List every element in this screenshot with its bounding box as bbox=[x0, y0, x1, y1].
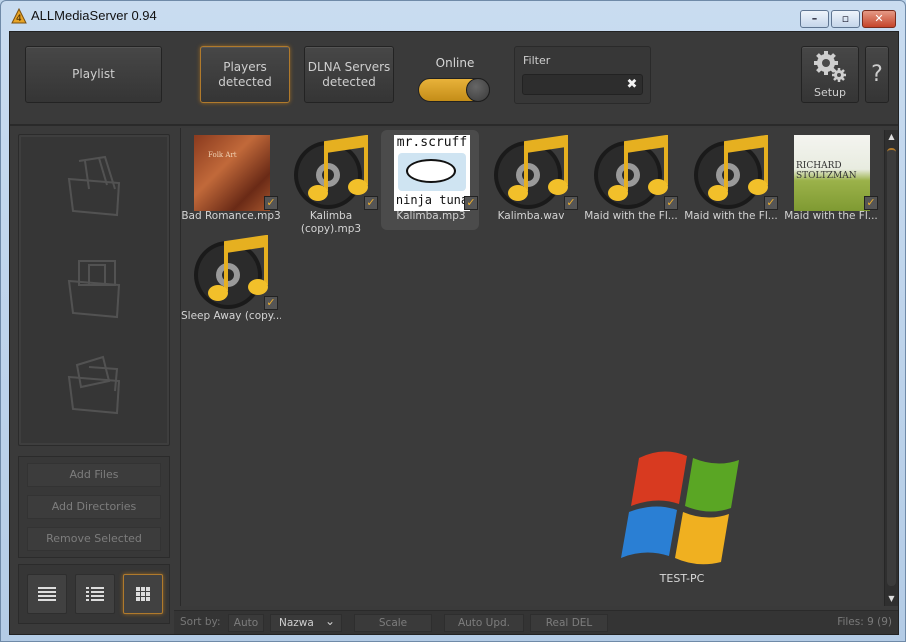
add-directories-button[interactable]: Add Directories bbox=[27, 495, 161, 519]
app-client: Playlist Players detected DLNA Servers d… bbox=[9, 31, 899, 635]
toggle-knob[interactable] bbox=[466, 78, 490, 102]
minimize-button[interactable]: – bbox=[800, 10, 829, 28]
scroll-down-icon[interactable]: ▼ bbox=[885, 592, 898, 606]
auto-update-button[interactable]: Auto Upd. bbox=[444, 614, 524, 632]
setup-button[interactable]: Setup bbox=[801, 46, 859, 103]
file-actions-panel: Add Files Add Directories Remove Selecte… bbox=[18, 456, 170, 558]
gears-icon bbox=[814, 50, 846, 82]
remove-selected-button[interactable]: Remove Selected bbox=[27, 527, 161, 551]
media-tile[interactable]: ✓ Maid with the Fl... bbox=[581, 130, 679, 230]
file-name: Maid with the Fl... bbox=[584, 210, 678, 222]
file-name: Maid with the Fl... bbox=[684, 210, 778, 222]
files-count: Files: 9 (9) bbox=[837, 616, 892, 628]
vertical-scrollbar[interactable]: ▲ ▼ bbox=[884, 130, 898, 606]
players-label-line1: Players bbox=[223, 59, 267, 74]
maximize-icon: ▫ bbox=[841, 12, 850, 25]
minimize-icon: – bbox=[811, 12, 818, 25]
playlist-button[interactable]: Playlist bbox=[25, 46, 162, 103]
checkbox[interactable]: ✓ bbox=[764, 196, 778, 210]
app-logo-icon: 4 bbox=[11, 8, 27, 24]
album-art-thumbnail: mr.scruff ninja tuna bbox=[394, 135, 470, 211]
playlist-label: Playlist bbox=[72, 67, 115, 81]
media-grid: Folk Art ✓ Bad Romance.mp3 ✓ Kalimba (cop… bbox=[180, 128, 882, 606]
media-tile-selected[interactable]: mr.scruff ninja tuna ✓ Kalimba.mp3 bbox=[381, 130, 479, 230]
music-note-icon bbox=[494, 135, 568, 209]
file-name: Kalimba.mp3 bbox=[396, 210, 466, 222]
real-delete-button[interactable]: Real DEL bbox=[530, 614, 608, 632]
add-files-button[interactable]: Add Files bbox=[27, 463, 161, 487]
sidebar: Add Files Add Directories Remove Selecte… bbox=[16, 128, 174, 630]
windows-logo-icon bbox=[621, 451, 739, 565]
app-window: 4 ALLMediaServer 0.94 – ▫ ✕ Playlist Pla… bbox=[0, 0, 906, 642]
music-note-icon bbox=[294, 135, 368, 209]
view-mode-panel bbox=[18, 564, 170, 624]
picture-folder-icon[interactable] bbox=[59, 347, 131, 419]
svg-text:4: 4 bbox=[16, 14, 22, 24]
checkbox[interactable]: ✓ bbox=[464, 196, 478, 210]
filter-label: Filter bbox=[523, 54, 551, 67]
list-view-icon bbox=[38, 587, 56, 601]
file-name: Kalimba.wav bbox=[497, 210, 565, 222]
file-name: Maid with the Fl... bbox=[784, 210, 878, 222]
dlna-label-line2: detected bbox=[322, 74, 376, 89]
server-device[interactable]: TEST-PC bbox=[617, 444, 747, 586]
video-folder-icon[interactable] bbox=[59, 149, 131, 221]
music-note-icon bbox=[594, 135, 668, 209]
music-folder-icon[interactable] bbox=[59, 251, 131, 323]
chevron-down-icon: ⌄ bbox=[324, 614, 335, 628]
grid-view-icon bbox=[136, 587, 150, 601]
online-label: Online bbox=[435, 56, 475, 70]
sort-auto-button[interactable]: Auto bbox=[228, 614, 264, 632]
title-bar: 4 ALLMediaServer 0.94 – ▫ ✕ bbox=[1, 1, 905, 31]
media-tile[interactable]: ✓ Kalimba (copy).mp3 bbox=[281, 130, 379, 235]
toolbar: Playlist Players detected DLNA Servers d… bbox=[10, 32, 898, 126]
checkbox[interactable]: ✓ bbox=[664, 196, 678, 210]
checkbox[interactable]: ✓ bbox=[864, 196, 878, 210]
music-note-icon bbox=[194, 235, 268, 309]
category-panel bbox=[18, 134, 170, 446]
sort-select[interactable]: Nazwa ⌄ bbox=[270, 614, 342, 632]
help-button[interactable]: ? bbox=[865, 46, 889, 103]
players-detected-button[interactable]: Players detected bbox=[200, 46, 290, 103]
media-tile[interactable]: RICHARD STOLTZMAN ✓ Maid with the Fl... bbox=[781, 130, 879, 230]
checkbox[interactable]: ✓ bbox=[264, 196, 278, 210]
checkbox[interactable]: ✓ bbox=[264, 296, 278, 310]
media-tile[interactable]: Folk Art ✓ Bad Romance.mp3 bbox=[181, 130, 281, 230]
dlna-label-line1: DLNA Servers bbox=[307, 59, 391, 74]
status-bar: Sort by: Auto Nazwa ⌄ Scale Auto Upd. Re… bbox=[174, 610, 898, 634]
file-name: Kalimba (copy).mp3 bbox=[300, 210, 362, 235]
media-tile[interactable]: ✓ Sleep Away (copy... bbox=[181, 230, 281, 330]
media-tile[interactable]: ✓ Maid with the Fl... bbox=[681, 130, 779, 230]
album-art-thumbnail: RICHARD STOLTZMAN bbox=[794, 135, 870, 211]
music-note-icon bbox=[694, 135, 768, 209]
album-art-thumbnail: Folk Art bbox=[194, 135, 270, 211]
details-view-button[interactable] bbox=[75, 574, 115, 614]
help-icon: ? bbox=[871, 62, 883, 87]
file-name: Sleep Away (copy... bbox=[181, 310, 281, 322]
media-tile[interactable]: ✓ Kalimba.wav bbox=[481, 130, 579, 230]
clear-filter-icon[interactable]: ✖ bbox=[625, 76, 639, 93]
grid-view-button[interactable] bbox=[123, 574, 163, 614]
close-button[interactable]: ✕ bbox=[862, 10, 896, 28]
sort-value: Nazwa bbox=[279, 617, 314, 629]
maximize-button[interactable]: ▫ bbox=[831, 10, 860, 28]
filter-group: Filter ✖ bbox=[514, 46, 651, 104]
players-label-line2: detected bbox=[218, 74, 272, 89]
sort-by-label: Sort by: bbox=[180, 616, 221, 628]
server-name: TEST-PC bbox=[659, 572, 705, 585]
scroll-up-icon[interactable]: ▲ bbox=[885, 130, 898, 144]
checkbox[interactable]: ✓ bbox=[364, 196, 378, 210]
setup-label: Setup bbox=[813, 85, 847, 99]
list-view-button[interactable] bbox=[27, 574, 67, 614]
close-icon: ✕ bbox=[874, 12, 884, 25]
checkbox[interactable]: ✓ bbox=[564, 196, 578, 210]
scale-button[interactable]: Scale bbox=[354, 614, 432, 632]
details-view-icon bbox=[86, 587, 104, 601]
online-toggle[interactable] bbox=[418, 78, 490, 102]
scroll-thumb[interactable] bbox=[887, 148, 896, 586]
file-name: Bad Romance.mp3 bbox=[181, 210, 281, 222]
dlna-servers-button[interactable]: DLNA Servers detected bbox=[304, 46, 394, 103]
window-title: ALLMediaServer 0.94 bbox=[31, 8, 157, 23]
